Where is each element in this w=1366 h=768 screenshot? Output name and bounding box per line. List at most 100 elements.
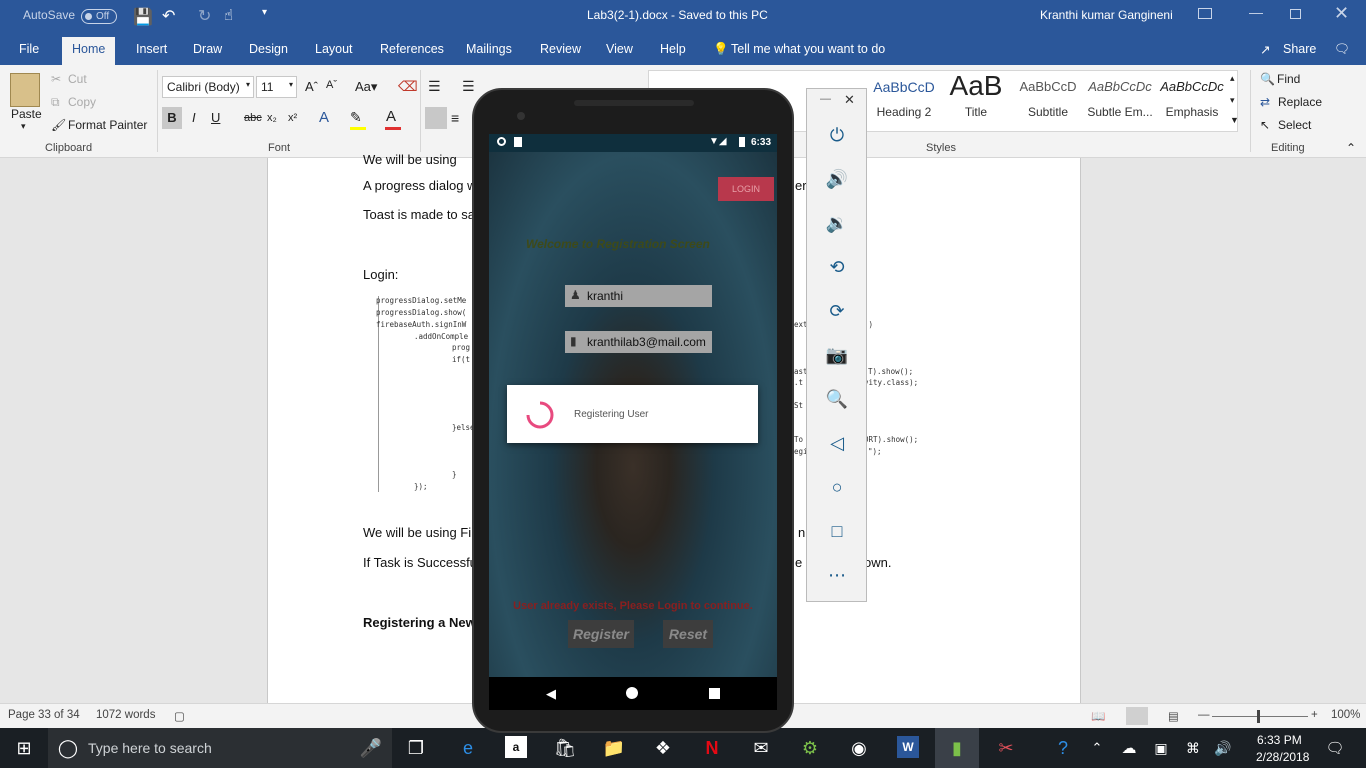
tab-layout[interactable]: Layout: [315, 42, 353, 56]
zoom-level[interactable]: 100%: [1331, 709, 1360, 721]
numbering-icon[interactable]: ☰: [462, 78, 475, 95]
styles-more-icon[interactable]: ▼: [1230, 115, 1239, 125]
styles-scroll-up-icon[interactable]: ▴: [1230, 73, 1235, 84]
superscript-icon[interactable]: x²: [288, 112, 297, 124]
home-icon[interactable]: [626, 687, 638, 699]
page-count[interactable]: Page 33 of 34: [8, 709, 80, 721]
collapse-ribbon-icon[interactable]: ⌃: [1346, 141, 1356, 155]
tab-view[interactable]: View: [606, 42, 633, 56]
style-title[interactable]: AaB Title: [940, 73, 1012, 129]
tab-insert[interactable]: Insert: [136, 42, 167, 56]
save-icon[interactable]: 💾: [133, 7, 153, 27]
comments-icon[interactable]: 🗨: [1334, 42, 1350, 57]
ribbon-display-options-icon[interactable]: [1198, 8, 1212, 19]
clock-date[interactable]: 2/28/2018: [1256, 750, 1309, 764]
minimize-icon[interactable]: —: [1249, 4, 1263, 20]
minimize-emulator-icon[interactable]: —: [820, 93, 831, 105]
zoom-out-icon[interactable]: —: [1198, 709, 1210, 721]
paste-icon[interactable]: [10, 73, 40, 107]
shrink-font-icon[interactable]: Aˇ: [326, 79, 337, 91]
highlight-icon[interactable]: ✎: [350, 109, 362, 126]
show-hidden-icons-icon[interactable]: ⌃: [1085, 736, 1109, 760]
replace-button[interactable]: Replace: [1278, 95, 1322, 109]
zoom-slider-thumb[interactable]: [1257, 710, 1260, 723]
overview-icon[interactable]: □: [825, 519, 849, 543]
tab-mailings[interactable]: Mailings: [466, 42, 512, 56]
tab-home[interactable]: Home: [62, 37, 116, 65]
text-effects-icon[interactable]: A: [319, 109, 329, 126]
style-subtitle[interactable]: AaBbCcD Subtitle: [1012, 73, 1084, 129]
reset-button[interactable]: Reset: [663, 620, 713, 648]
autosave-toggle[interactable]: Off: [81, 9, 117, 24]
zoom-slider[interactable]: [1212, 716, 1308, 717]
proofing-icon[interactable]: ▢: [174, 709, 185, 723]
zoom-icon[interactable]: 🔍: [825, 387, 849, 411]
action-center-icon[interactable]: 🗨: [1323, 736, 1347, 760]
paste-button[interactable]: Paste: [11, 107, 42, 121]
style-emphasis[interactable]: AaBbCcDc Emphasis: [1156, 73, 1228, 129]
select-button[interactable]: Select: [1278, 118, 1311, 132]
strikethrough-icon[interactable]: abc: [244, 112, 262, 124]
emulator-icon[interactable]: ▮: [945, 736, 969, 760]
help-icon[interactable]: ?: [1051, 736, 1075, 760]
change-case-icon[interactable]: Aa▾: [355, 79, 377, 95]
share-button[interactable]: Share: [1283, 42, 1316, 56]
volume-up-icon[interactable]: 🔊: [825, 167, 849, 191]
tab-help[interactable]: Help: [660, 42, 686, 56]
login-button[interactable]: LOGIN: [718, 177, 774, 201]
italic-icon[interactable]: I: [192, 110, 196, 125]
more-options-icon[interactable]: ⋯: [825, 563, 849, 587]
task-view-icon[interactable]: ❐: [404, 736, 428, 760]
volume-down-icon[interactable]: 🔉: [825, 211, 849, 235]
store-icon[interactable]: 🛍: [553, 736, 577, 760]
tab-file[interactable]: File: [19, 42, 39, 56]
register-button[interactable]: Register: [568, 620, 634, 648]
restore-icon[interactable]: [1290, 9, 1301, 19]
user-name[interactable]: Kranthi kumar Gangineni: [1040, 8, 1173, 22]
netflix-icon[interactable]: N: [700, 736, 724, 760]
underline-icon[interactable]: U: [211, 110, 220, 125]
format-painter-button[interactable]: Format Painter: [68, 118, 147, 132]
bold-icon[interactable]: B: [162, 107, 182, 129]
file-explorer-icon[interactable]: 📁: [602, 736, 626, 760]
rotate-left-icon[interactable]: ⟲: [825, 255, 849, 279]
email-field[interactable]: ▮ kranthilab3@mail.com: [565, 331, 712, 353]
font-color-icon[interactable]: A: [386, 108, 396, 125]
bullets-icon[interactable]: ☰: [428, 78, 441, 95]
dropbox-icon[interactable]: ❖: [651, 736, 675, 760]
volume-icon[interactable]: 🔊: [1211, 736, 1235, 760]
rotate-right-icon[interactable]: ⟳: [825, 299, 849, 323]
clock-time[interactable]: 6:33 PM: [1257, 733, 1302, 747]
print-layout-icon[interactable]: [1126, 707, 1148, 725]
word-icon[interactable]: W: [897, 736, 919, 758]
amazon-icon[interactable]: a: [505, 736, 527, 758]
subscript-icon[interactable]: x₂: [267, 112, 277, 124]
undo-icon[interactable]: ↶: [162, 6, 175, 26]
web-layout-icon[interactable]: ▤: [1168, 709, 1179, 723]
find-button[interactable]: Find: [1277, 72, 1300, 86]
close-window-icon[interactable]: ✕: [1334, 3, 1349, 24]
tab-review[interactable]: Review: [540, 42, 581, 56]
tab-draw[interactable]: Draw: [193, 42, 222, 56]
align-center-icon[interactable]: ≡: [451, 110, 459, 126]
close-emulator-icon[interactable]: ✕: [844, 92, 855, 108]
style-heading-2[interactable]: AaBbCcD Heading 2: [868, 73, 940, 129]
zoom-in-icon[interactable]: +: [1311, 709, 1318, 721]
mail-icon[interactable]: ✉: [749, 736, 773, 760]
tab-design[interactable]: Design: [249, 42, 288, 56]
emulator-home-icon[interactable]: ○: [825, 475, 849, 499]
chrome-icon[interactable]: ◉: [847, 736, 871, 760]
customize-toolbar-icon[interactable]: ▾: [262, 7, 267, 18]
emulator-back-icon[interactable]: ◁: [825, 431, 849, 455]
word-count[interactable]: 1072 words: [96, 709, 155, 721]
onedrive-icon[interactable]: ☁: [1117, 736, 1141, 760]
styles-scroll-down-icon[interactable]: ▾: [1230, 95, 1235, 106]
font-size-select[interactable]: 11 ▾: [256, 76, 297, 98]
touch-mode-icon[interactable]: ☝: [224, 6, 233, 24]
style-subtle-emphasis[interactable]: AaBbCcDc Subtle Em...: [1084, 73, 1156, 129]
tell-me-search[interactable]: Tell me what you want to do: [731, 42, 885, 56]
android-studio-icon[interactable]: ⚙: [798, 736, 822, 760]
recents-icon[interactable]: [709, 688, 720, 699]
tab-references[interactable]: References: [380, 42, 444, 56]
battery-icon[interactable]: ▣: [1149, 736, 1173, 760]
